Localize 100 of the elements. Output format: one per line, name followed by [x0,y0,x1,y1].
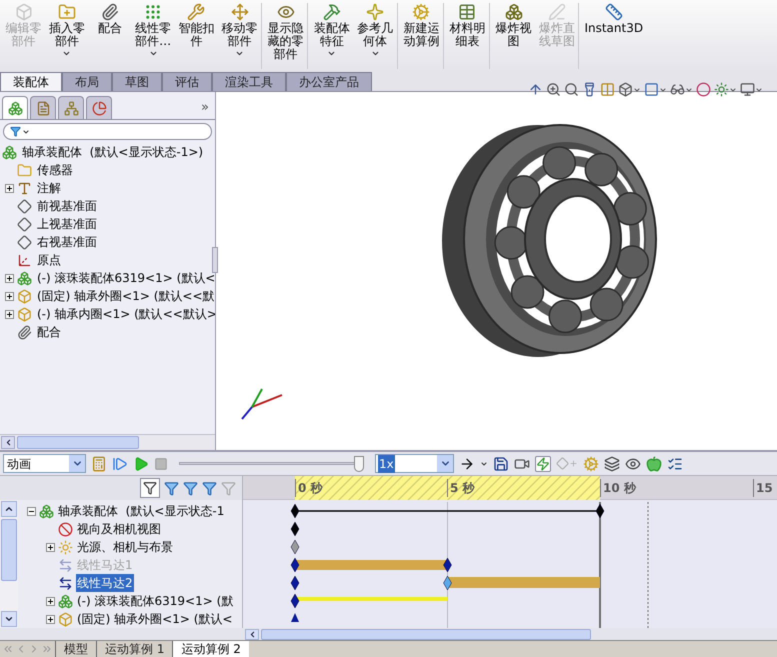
filter-icon[interactable] [143,481,157,495]
expand-box[interactable] [5,310,14,318]
vertical-scrollbar[interactable] [0,500,18,628]
toolbar-button[interactable]: 参考几何体 [354,3,398,69]
tree-item[interactable]: 上视基准面 [35,215,97,233]
speed-select[interactable]: 1x [375,454,454,473]
tree-item[interactable]: 注解 [35,179,61,197]
keyframe-marker[interactable] [443,558,452,572]
toolbar-button[interactable]: 爆炸视图 [492,3,536,69]
tree-item[interactable]: 传感器 [35,161,73,179]
tree-item[interactable]: 光源、相机与布景 [76,538,174,556]
expand-box[interactable] [46,614,55,624]
hammer-icon [322,3,341,21]
ribbon-tab[interactable]: 评估 [162,72,212,91]
caret-icon[interactable] [327,49,336,58]
checklist-icon[interactable] [667,456,683,472]
collapse-box[interactable] [27,506,36,516]
box-icon[interactable] [618,82,633,97]
expand-box[interactable] [46,542,55,552]
caret-icon[interactable] [659,86,667,94]
move-icon [230,3,249,21]
zoom-icon[interactable] [564,82,579,97]
caret-icon[interactable] [148,49,158,58]
panel-tab[interactable] [2,96,28,119]
tree-item[interactable]: 右视基准面 [35,233,97,251]
ribbon-tab[interactable]: 渲染工具 [212,72,286,91]
glasses-icon[interactable] [670,82,685,97]
expand-box[interactable] [5,184,14,192]
filter-field[interactable] [3,123,212,140]
apple-icon[interactable] [646,456,662,472]
caret-icon[interactable] [729,86,737,94]
keyframe-marker[interactable] [596,504,604,518]
tree-item[interactable]: (-) 滚珠装配体6319<1> (默 [76,592,234,610]
tree-item[interactable]: 轴承装配体 (默认<显示状态-1>) [20,143,204,161]
caret-icon[interactable] [62,49,72,58]
tree-item[interactable]: 原点 [35,251,61,269]
toolbar-button[interactable]: 显示隐藏的零部件 [264,3,308,69]
keyframe-marker[interactable] [443,576,452,590]
caret-icon[interactable] [480,460,488,468]
ribbon-tab[interactable]: 装配体 [0,72,62,91]
playback-slider[interactable] [179,454,364,472]
tree-item[interactable]: 前视基准面 [35,197,97,215]
eye-icon[interactable] [625,456,641,472]
keyframe-marker[interactable] [290,504,300,518]
caret-icon[interactable] [685,86,693,94]
change-bar[interactable] [295,560,448,570]
keyframe-marker[interactable] [290,576,300,590]
section-icon[interactable] [600,82,615,97]
ribbon-tab[interactable]: 布局 [62,72,112,91]
monitor-icon[interactable] [740,82,755,97]
ribbon-tab[interactable]: 草图 [112,72,162,91]
caret-icon[interactable] [755,86,763,94]
tree-item[interactable]: 轴承装配体 (默认<显示状态-1 [57,502,226,520]
tree-item[interactable]: (-) 滚珠装配体6319<1> (默认< [35,269,215,287]
tree-item[interactable]: (固定) 轴承外圈<1> (默认< [76,610,234,628]
keyframe-marker[interactable] [290,594,300,608]
change-bar[interactable] [295,597,448,601]
toolbar-button[interactable]: 线性零部件… [132,3,175,69]
tree-item[interactable]: 线性马达2 [76,574,134,592]
toolbar-button[interactable]: 插入零部件 [45,3,88,69]
toolbar-button[interactable]: 材料明细表 [446,3,490,69]
splitter-handle[interactable] [212,247,218,273]
tree-item[interactable]: 视向及相机视图 [76,520,162,538]
study-tab[interactable]: 运动算例 2 [172,641,249,657]
caret-icon[interactable] [22,128,30,136]
expand-box[interactable] [5,292,14,300]
toolbar-button[interactable]: 装配体特征 [310,3,354,69]
panel-tab[interactable] [30,96,56,119]
toolbar-button[interactable]: 配合 [88,3,132,69]
flashlight-icon[interactable] [582,82,597,97]
caret-icon[interactable] [633,86,641,94]
time-label: 15 [753,479,773,497]
tree-item[interactable]: (固定) 轴承外圈<1> (默认<<默 [35,287,215,305]
toolbar-button[interactable]: 移动零部件 [218,3,262,69]
stack-icon[interactable] [604,456,620,472]
play-from-start-icon[interactable] [112,456,128,472]
keyframe-marker[interactable] [291,613,299,622]
expand-box[interactable] [46,596,55,606]
toolbar-button[interactable]: 智能扣件 [174,3,218,69]
keyframe-marker[interactable] [290,522,300,536]
caret-icon[interactable] [370,49,380,58]
study-type-select[interactable]: 动画 [3,454,86,473]
zoom-in-icon[interactable] [546,82,561,97]
panel-tab[interactable] [86,96,112,119]
arrow-icon[interactable] [459,456,475,472]
keyframe-marker[interactable] [290,558,300,572]
slider-thumb[interactable] [354,456,364,472]
calculator-icon[interactable] [91,456,107,472]
save-icon[interactable] [493,456,509,472]
more-button[interactable]: » [197,96,213,119]
expand-box[interactable] [5,274,14,282]
caret-icon[interactable] [235,49,244,58]
lightning-icon[interactable] [535,456,551,472]
panel-tab[interactable] [58,96,84,119]
keyframe-marker[interactable] [290,540,300,554]
horizontal-scrollbar[interactable] [0,434,215,450]
ribbon-tab[interactable]: 办公室产品 [286,72,372,91]
toolbar-button[interactable]: 新建运动算例 [400,3,444,69]
tree-item[interactable]: 配合 [35,323,61,341]
toolbar-button[interactable]: Instant3D [581,3,646,69]
